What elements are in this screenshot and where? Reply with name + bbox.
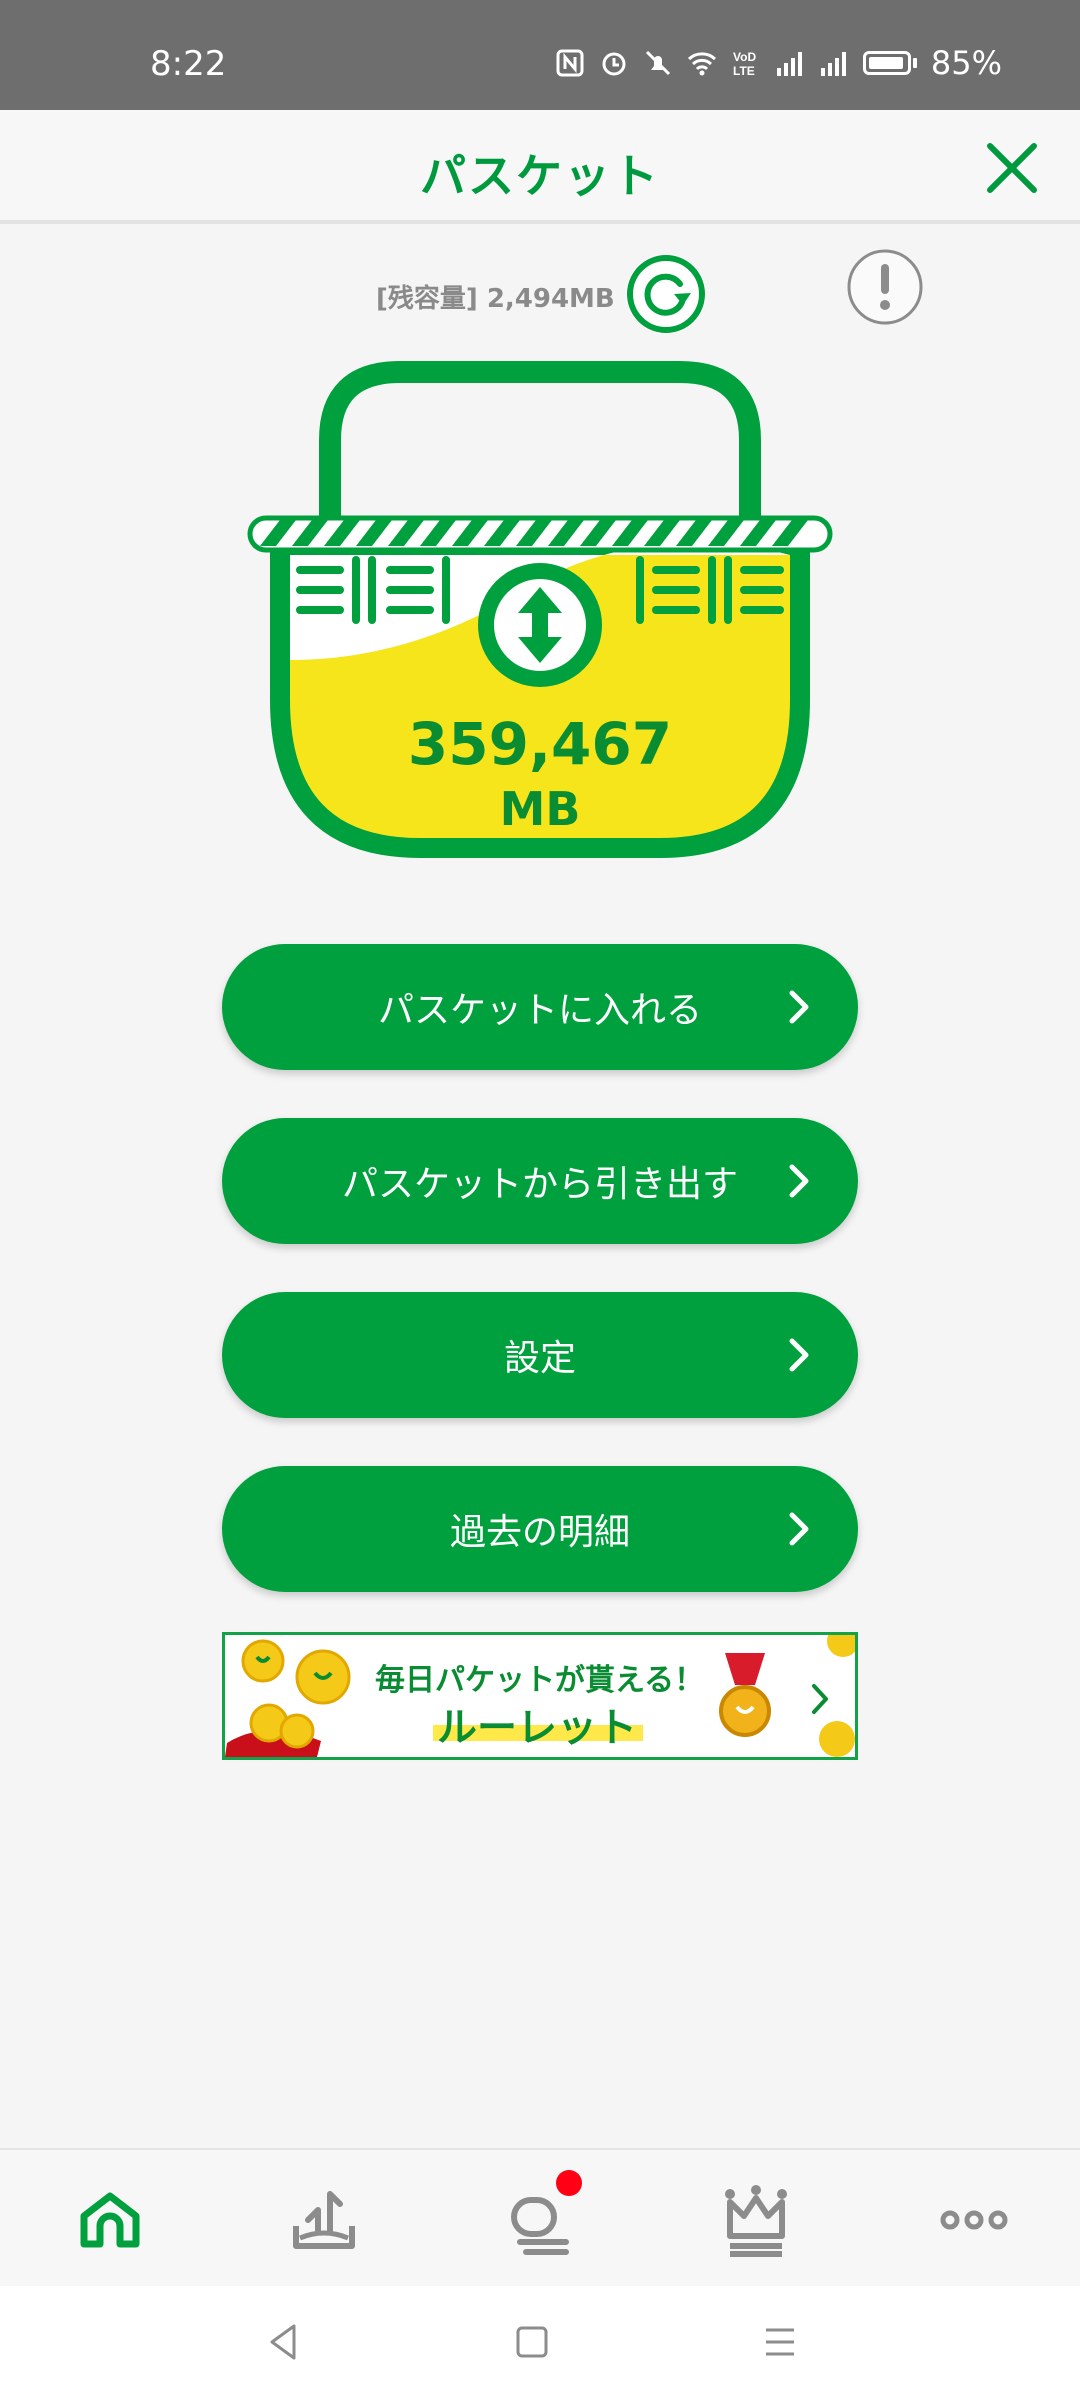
chevron-right-icon — [789, 1338, 809, 1372]
chevron-right-icon — [789, 1512, 809, 1546]
home-icon[interactable] — [70, 2180, 150, 2260]
battery-icon — [862, 51, 917, 75]
svg-text:VoD: VoD — [733, 50, 756, 64]
back-icon[interactable] — [262, 2320, 306, 2364]
settings-button-label: 設定 — [503, 1338, 576, 1379]
home-square-icon[interactable] — [510, 2320, 554, 2364]
mute-icon — [645, 50, 670, 76]
basket-swap-icon — [478, 563, 602, 687]
svg-text:LTE: LTE — [733, 64, 755, 78]
crown-icon[interactable] — [716, 2180, 796, 2260]
download-tray-icon[interactable] — [284, 2180, 364, 2260]
status-bar: 8:22 VoD LTE 85% — [0, 0, 1080, 110]
banner-title: ルーレット — [437, 1705, 637, 1751]
withdraw-button-label: パスケットから引き出す — [341, 1164, 738, 1205]
page-title: パスケット — [420, 149, 660, 203]
roulette-banner[interactable]: 毎日パケットが貰える！ ルーレット — [222, 1632, 858, 1760]
signal-icon — [820, 52, 846, 76]
withdraw-button[interactable]: パスケットから引き出す — [222, 1118, 858, 1244]
medal-icon — [719, 1653, 771, 1737]
recents-icon[interactable] — [758, 2320, 802, 2364]
packet-balance-value: 359,467 — [407, 710, 673, 778]
info-icon[interactable] — [846, 248, 924, 326]
app-header: パスケット — [0, 110, 1080, 224]
coins-illustration — [225, 1639, 351, 1757]
settings-button[interactable]: 設定 — [222, 1292, 858, 1418]
banner-headline: 毎日パケットが貰える！ — [375, 1663, 705, 1698]
status-icons: VoD LTE 85% — [555, 44, 1002, 82]
signal-icon — [776, 52, 802, 76]
nfc-icon — [556, 49, 584, 77]
chevron-right-icon — [789, 990, 809, 1024]
deposit-button[interactable]: パスケットに入れる — [222, 944, 858, 1070]
more-icon[interactable] — [934, 2180, 1014, 2260]
system-navigation-bar — [0, 2286, 1080, 2400]
battery-percent: 85% — [930, 44, 1002, 82]
chevron-right-icon — [789, 1164, 809, 1198]
volte-icon: VoDLTE — [733, 50, 756, 78]
deposit-button-label: パスケットに入れる — [377, 990, 702, 1031]
bottom-navigation — [0, 2148, 1080, 2288]
remaining-capacity: [残容量] 2,494MB — [376, 284, 615, 314]
coin-decoration — [819, 1635, 855, 1757]
chat-notification-badge — [556, 2170, 582, 2196]
history-button-label: 過去の明細 — [449, 1512, 630, 1553]
refresh-icon[interactable] — [624, 252, 708, 336]
history-button[interactable]: 過去の明細 — [222, 1466, 858, 1592]
wifi-icon — [687, 52, 716, 76]
close-icon[interactable] — [984, 140, 1040, 196]
packet-balance-unit: MB — [499, 782, 581, 836]
status-time: 8:22 — [150, 44, 227, 84]
alarm-icon — [602, 52, 626, 76]
